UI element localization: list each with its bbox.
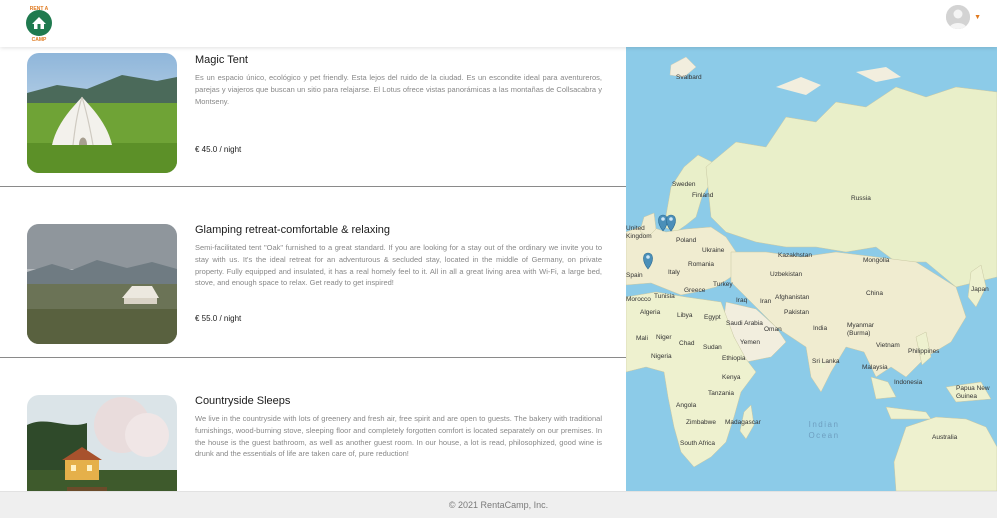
listing-info: Magic Tent Es un espacio único, ecológic… xyxy=(195,54,602,107)
map-label: Romania xyxy=(688,261,715,268)
svg-text:RENT A: RENT A xyxy=(30,6,49,12)
listing-image-glamping-retreat[interactable] xyxy=(27,224,177,344)
map-label: Malaysia xyxy=(862,364,888,371)
listing-title[interactable]: Glamping retreat-comfortable & relaxing xyxy=(195,224,602,236)
map-label: Mongolia xyxy=(863,257,890,264)
copyright-text: © 2021 RentaCamp, Inc. xyxy=(448,500,549,510)
map-label: Japan xyxy=(971,286,989,293)
user-avatar[interactable] xyxy=(946,5,971,29)
page-footer: © 2021 RentaCamp, Inc. xyxy=(0,491,997,518)
map-label: Oman xyxy=(764,326,782,333)
listing-card[interactable]: Magic Tent Es un espacio único, ecológic… xyxy=(0,47,626,187)
svg-text:CAMP: CAMP xyxy=(32,37,47,42)
listing-list: Magic Tent Es un espacio único, ecológic… xyxy=(0,47,626,491)
listing-description: Es un espacio único, ecológico y pet fri… xyxy=(195,73,602,106)
map-label: Ethiopia xyxy=(722,355,746,362)
map-label: Indonesia xyxy=(894,379,923,386)
map-label: Libya xyxy=(677,312,693,319)
map-label: Nigeria xyxy=(651,353,672,360)
map-label: Chad xyxy=(679,340,695,347)
map-label: Niger xyxy=(656,334,672,341)
rentacamp-logo[interactable]: RENT A CAMP xyxy=(22,4,56,43)
map-label: Svalbard xyxy=(676,74,702,81)
map-label: Algeria xyxy=(640,309,661,316)
map-label: South Africa xyxy=(680,440,716,447)
listing-card[interactable]: Countryside Sleeps We live in the countr… xyxy=(0,358,626,491)
map-label: Tunisia xyxy=(654,293,675,300)
listing-description: We live in the countryside with lots of … xyxy=(195,414,602,459)
map-label: Madagascar xyxy=(725,419,761,426)
map-label: Sri Lanka xyxy=(812,358,840,365)
map-label: Greece xyxy=(684,287,706,294)
listing-info: Glamping retreat-comfortable & relaxing … xyxy=(195,224,602,289)
listing-info: Countryside Sleeps We live in the countr… xyxy=(195,395,602,460)
map-label: Australia xyxy=(932,434,958,441)
map-label: Spain xyxy=(626,272,643,279)
map-label: Papua New Guinea xyxy=(956,385,990,400)
map-label: Turkey xyxy=(713,281,733,288)
map-label: Philippines xyxy=(908,348,940,355)
map-label: Vietnam xyxy=(876,342,900,349)
map-label: United Kingdom xyxy=(626,225,652,240)
world-map[interactable]: Svalbard Sweden Finland Russia United Ki… xyxy=(626,47,997,491)
top-navbar: RENT A CAMP ▼ xyxy=(0,0,997,47)
map-marker[interactable] xyxy=(658,214,668,232)
listing-image-countryside-sleeps[interactable] xyxy=(27,395,177,491)
map-label: Afghanistan xyxy=(775,294,810,301)
map-label: Morocco xyxy=(626,296,651,303)
map-label: Sweden xyxy=(672,181,696,188)
map-label: Iraq xyxy=(736,297,748,304)
listing-card[interactable]: Glamping retreat-comfortable & relaxing … xyxy=(0,187,626,358)
map-label: Zimbabwe xyxy=(686,419,716,426)
listing-price: € 55.0 / night xyxy=(195,314,242,323)
map-label: Tanzania xyxy=(708,390,735,397)
map-label: Kenya xyxy=(722,374,741,381)
map-label: Pakistan xyxy=(784,309,809,316)
map-label: India xyxy=(813,325,828,332)
listing-description: Semi-facilitated tent "Oak" furnished to… xyxy=(195,243,602,288)
map-label: Indian Ocean xyxy=(808,420,840,440)
map-label: Angola xyxy=(676,402,697,409)
map-label: Mali xyxy=(636,335,648,342)
listing-title[interactable]: Countryside Sleeps xyxy=(195,395,602,407)
listing-title[interactable]: Magic Tent xyxy=(195,54,602,66)
map-label: Yemen xyxy=(740,339,760,346)
map-label: Iran xyxy=(760,298,772,305)
chevron-down-icon[interactable]: ▼ xyxy=(974,14,981,21)
user-menu[interactable]: ▼ xyxy=(946,5,981,29)
map-label: Egypt xyxy=(704,314,721,321)
map-label: Sudan xyxy=(703,344,722,351)
map-label: Italy xyxy=(668,269,680,276)
map-label: Russia xyxy=(851,195,871,202)
listing-price: € 45.0 / night xyxy=(195,145,242,154)
map-label: Uzbekistan xyxy=(770,271,803,278)
map-label: Poland xyxy=(676,237,697,244)
map-label: Ukraine xyxy=(702,247,725,254)
map-label: China xyxy=(866,290,883,297)
map-label: Kazakhstan xyxy=(778,252,812,259)
map-label: Saudi Arabia xyxy=(726,320,763,327)
map-label: Finland xyxy=(692,192,714,199)
map-label: Myanmar (Burma) xyxy=(847,322,875,337)
listing-image-magic-tent[interactable] xyxy=(27,53,177,173)
